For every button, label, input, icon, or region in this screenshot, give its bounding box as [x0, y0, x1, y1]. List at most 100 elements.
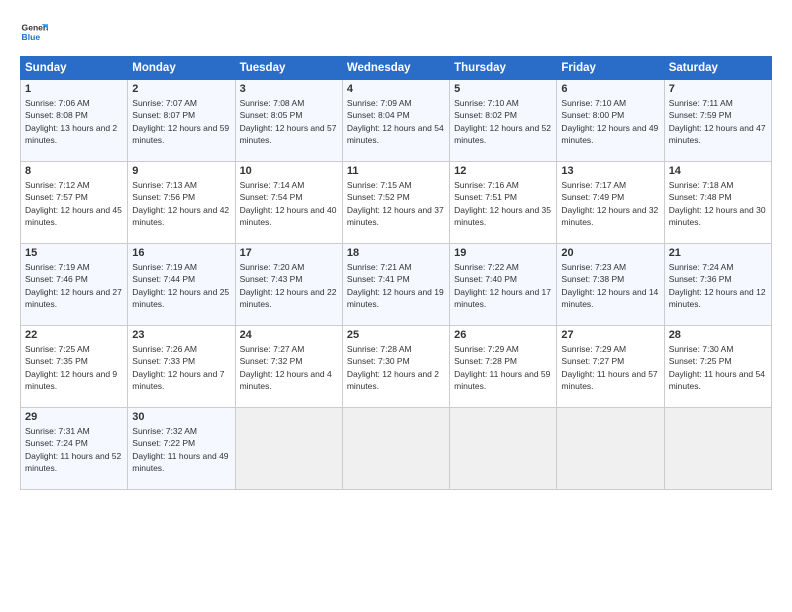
day-number: 16 — [132, 247, 230, 259]
calendar-cell: 7 Sunrise: 7:11 AMSunset: 7:59 PMDaylight… — [664, 80, 771, 162]
day-number: 17 — [240, 247, 338, 259]
day-number: 28 — [669, 329, 767, 341]
calendar-cell: 28 Sunrise: 7:30 AMSunset: 7:25 PMDayligh… — [664, 326, 771, 408]
calendar-page: General Blue SundayMondayTuesdayWednesda… — [0, 0, 792, 612]
day-number: 2 — [132, 83, 230, 95]
day-info: Sunrise: 7:16 AMSunset: 7:51 PMDaylight:… — [454, 179, 552, 228]
day-number: 24 — [240, 329, 338, 341]
calendar-cell: 25 Sunrise: 7:28 AMSunset: 7:30 PMDayligh… — [342, 326, 449, 408]
day-info: Sunrise: 7:18 AMSunset: 7:48 PMDaylight:… — [669, 179, 767, 228]
calendar-cell — [664, 408, 771, 490]
calendar-cell: 12 Sunrise: 7:16 AMSunset: 7:51 PMDayligh… — [450, 162, 557, 244]
day-number: 10 — [240, 165, 338, 177]
calendar-table: SundayMondayTuesdayWednesdayThursdayFrid… — [20, 56, 772, 490]
header-day-monday: Monday — [128, 57, 235, 80]
day-info: Sunrise: 7:21 AMSunset: 7:41 PMDaylight:… — [347, 261, 445, 310]
calendar-cell: 19Sunrise: 7:22 AMSunset: 7:40 PMDayligh… — [450, 244, 557, 326]
day-info: Sunrise: 7:24 AMSunset: 7:36 PMDaylight:… — [669, 261, 767, 310]
calendar-body: 1Sunrise: 7:06 AMSunset: 8:08 PMDaylight… — [21, 80, 772, 490]
day-number: 7 — [669, 83, 767, 95]
calendar-cell: 11Sunrise: 7:15 AMSunset: 7:52 PMDayligh… — [342, 162, 449, 244]
day-number: 18 — [347, 247, 445, 259]
calendar-cell — [235, 408, 342, 490]
calendar-week-1: 1Sunrise: 7:06 AMSunset: 8:08 PMDaylight… — [21, 80, 772, 162]
header-day-thursday: Thursday — [450, 57, 557, 80]
calendar-cell: 24 Sunrise: 7:27 AMSunset: 7:32 PMDayligh… — [235, 326, 342, 408]
day-info: Sunrise: 7:12 AMSunset: 7:57 PMDaylight:… — [25, 179, 123, 228]
day-number: 23 — [132, 329, 230, 341]
day-number: 15 — [25, 247, 123, 259]
header-row: SundayMondayTuesdayWednesdayThursdayFrid… — [21, 57, 772, 80]
calendar-cell: 6Sunrise: 7:10 AMSunset: 8:00 PMDaylight… — [557, 80, 664, 162]
header-day-sunday: Sunday — [21, 57, 128, 80]
day-info: Sunrise: 7:19 AMSunset: 7:44 PMDaylight:… — [132, 261, 230, 310]
day-number: 14 — [669, 165, 767, 177]
calendar-cell: 13 Sunrise: 7:17 AMSunset: 7:49 PMDayligh… — [557, 162, 664, 244]
day-info: Sunrise: 7:10 AMSunset: 8:02 PMDaylight:… — [454, 97, 552, 146]
day-info: Sunrise: 7:11 AMSunset: 7:59 PMDaylight:… — [669, 97, 767, 146]
calendar-week-4: 22 Sunrise: 7:25 AMSunset: 7:35 PMDayligh… — [21, 326, 772, 408]
calendar-week-3: 15 Sunrise: 7:19 AMSunset: 7:46 PMDayligh… — [21, 244, 772, 326]
day-info: Sunrise: 7:29 AMSunset: 7:28 PMDaylight:… — [454, 343, 552, 392]
svg-text:General: General — [22, 22, 48, 32]
calendar-cell: 27 Sunrise: 7:29 AMSunset: 7:27 PMDayligh… — [557, 326, 664, 408]
calendar-cell: 29Sunrise: 7:31 AMSunset: 7:24 PMDayligh… — [21, 408, 128, 490]
day-number: 26 — [454, 329, 552, 341]
calendar-cell: 14 Sunrise: 7:18 AMSunset: 7:48 PMDayligh… — [664, 162, 771, 244]
calendar-cell: 21 Sunrise: 7:24 AMSunset: 7:36 PMDayligh… — [664, 244, 771, 326]
day-info: Sunrise: 7:08 AMSunset: 8:05 PMDaylight:… — [240, 97, 338, 146]
day-info: Sunrise: 7:13 AMSunset: 7:56 PMDaylight:… — [132, 179, 230, 228]
day-number: 21 — [669, 247, 767, 259]
header-day-saturday: Saturday — [664, 57, 771, 80]
day-info: Sunrise: 7:28 AMSunset: 7:30 PMDaylight:… — [347, 343, 445, 392]
calendar-cell: 16 Sunrise: 7:19 AMSunset: 7:44 PMDayligh… — [128, 244, 235, 326]
day-info: Sunrise: 7:20 AMSunset: 7:43 PMDaylight:… — [240, 261, 338, 310]
day-info: Sunrise: 7:27 AMSunset: 7:32 PMDaylight:… — [240, 343, 338, 392]
day-number: 29 — [25, 411, 123, 423]
day-info: Sunrise: 7:29 AMSunset: 7:27 PMDaylight:… — [561, 343, 659, 392]
day-info: Sunrise: 7:23 AMSunset: 7:38 PMDaylight:… — [561, 261, 659, 310]
day-number: 25 — [347, 329, 445, 341]
calendar-cell — [557, 408, 664, 490]
day-number: 5 — [454, 83, 552, 95]
day-info: Sunrise: 7:15 AMSunset: 7:52 PMDaylight:… — [347, 179, 445, 228]
logo: General Blue — [20, 18, 48, 46]
day-number: 3 — [240, 83, 338, 95]
day-number: 8 — [25, 165, 123, 177]
day-info: Sunrise: 7:17 AMSunset: 7:49 PMDaylight:… — [561, 179, 659, 228]
day-number: 27 — [561, 329, 659, 341]
day-number: 1 — [25, 83, 123, 95]
calendar-cell: 18 Sunrise: 7:21 AMSunset: 7:41 PMDayligh… — [342, 244, 449, 326]
calendar-cell: 20Sunrise: 7:23 AMSunset: 7:38 PMDayligh… — [557, 244, 664, 326]
calendar-cell: 15 Sunrise: 7:19 AMSunset: 7:46 PMDayligh… — [21, 244, 128, 326]
day-info: Sunrise: 7:07 AMSunset: 8:07 PMDaylight:… — [132, 97, 230, 146]
calendar-cell: 30Sunrise: 7:32 AMSunset: 7:22 PMDayligh… — [128, 408, 235, 490]
day-info: Sunrise: 7:30 AMSunset: 7:25 PMDaylight:… — [669, 343, 767, 392]
logo-icon: General Blue — [20, 18, 48, 46]
day-info: Sunrise: 7:09 AMSunset: 8:04 PMDaylight:… — [347, 97, 445, 146]
day-info: Sunrise: 7:25 AMSunset: 7:35 PMDaylight:… — [25, 343, 123, 392]
calendar-cell: 17 Sunrise: 7:20 AMSunset: 7:43 PMDayligh… — [235, 244, 342, 326]
day-number: 13 — [561, 165, 659, 177]
header-day-friday: Friday — [557, 57, 664, 80]
calendar-week-2: 8 Sunrise: 7:12 AMSunset: 7:57 PMDaylight… — [21, 162, 772, 244]
day-number: 19 — [454, 247, 552, 259]
day-number: 30 — [132, 411, 230, 423]
calendar-cell: 5 Sunrise: 7:10 AMSunset: 8:02 PMDaylight… — [450, 80, 557, 162]
day-number: 6 — [561, 83, 659, 95]
calendar-cell: 2 Sunrise: 7:07 AMSunset: 8:07 PMDaylight… — [128, 80, 235, 162]
day-info: Sunrise: 7:14 AMSunset: 7:54 PMDaylight:… — [240, 179, 338, 228]
calendar-header: SundayMondayTuesdayWednesdayThursdayFrid… — [21, 57, 772, 80]
day-number: 22 — [25, 329, 123, 341]
day-info: Sunrise: 7:26 AMSunset: 7:33 PMDaylight:… — [132, 343, 230, 392]
calendar-cell: 1Sunrise: 7:06 AMSunset: 8:08 PMDaylight… — [21, 80, 128, 162]
day-number: 4 — [347, 83, 445, 95]
calendar-cell: 3 Sunrise: 7:08 AMSunset: 8:05 PMDaylight… — [235, 80, 342, 162]
calendar-cell — [450, 408, 557, 490]
header-day-tuesday: Tuesday — [235, 57, 342, 80]
day-info: Sunrise: 7:19 AMSunset: 7:46 PMDaylight:… — [25, 261, 123, 310]
svg-text:Blue: Blue — [22, 32, 41, 42]
day-number: 12 — [454, 165, 552, 177]
calendar-cell: 22 Sunrise: 7:25 AMSunset: 7:35 PMDayligh… — [21, 326, 128, 408]
calendar-cell: 9Sunrise: 7:13 AMSunset: 7:56 PMDaylight… — [128, 162, 235, 244]
